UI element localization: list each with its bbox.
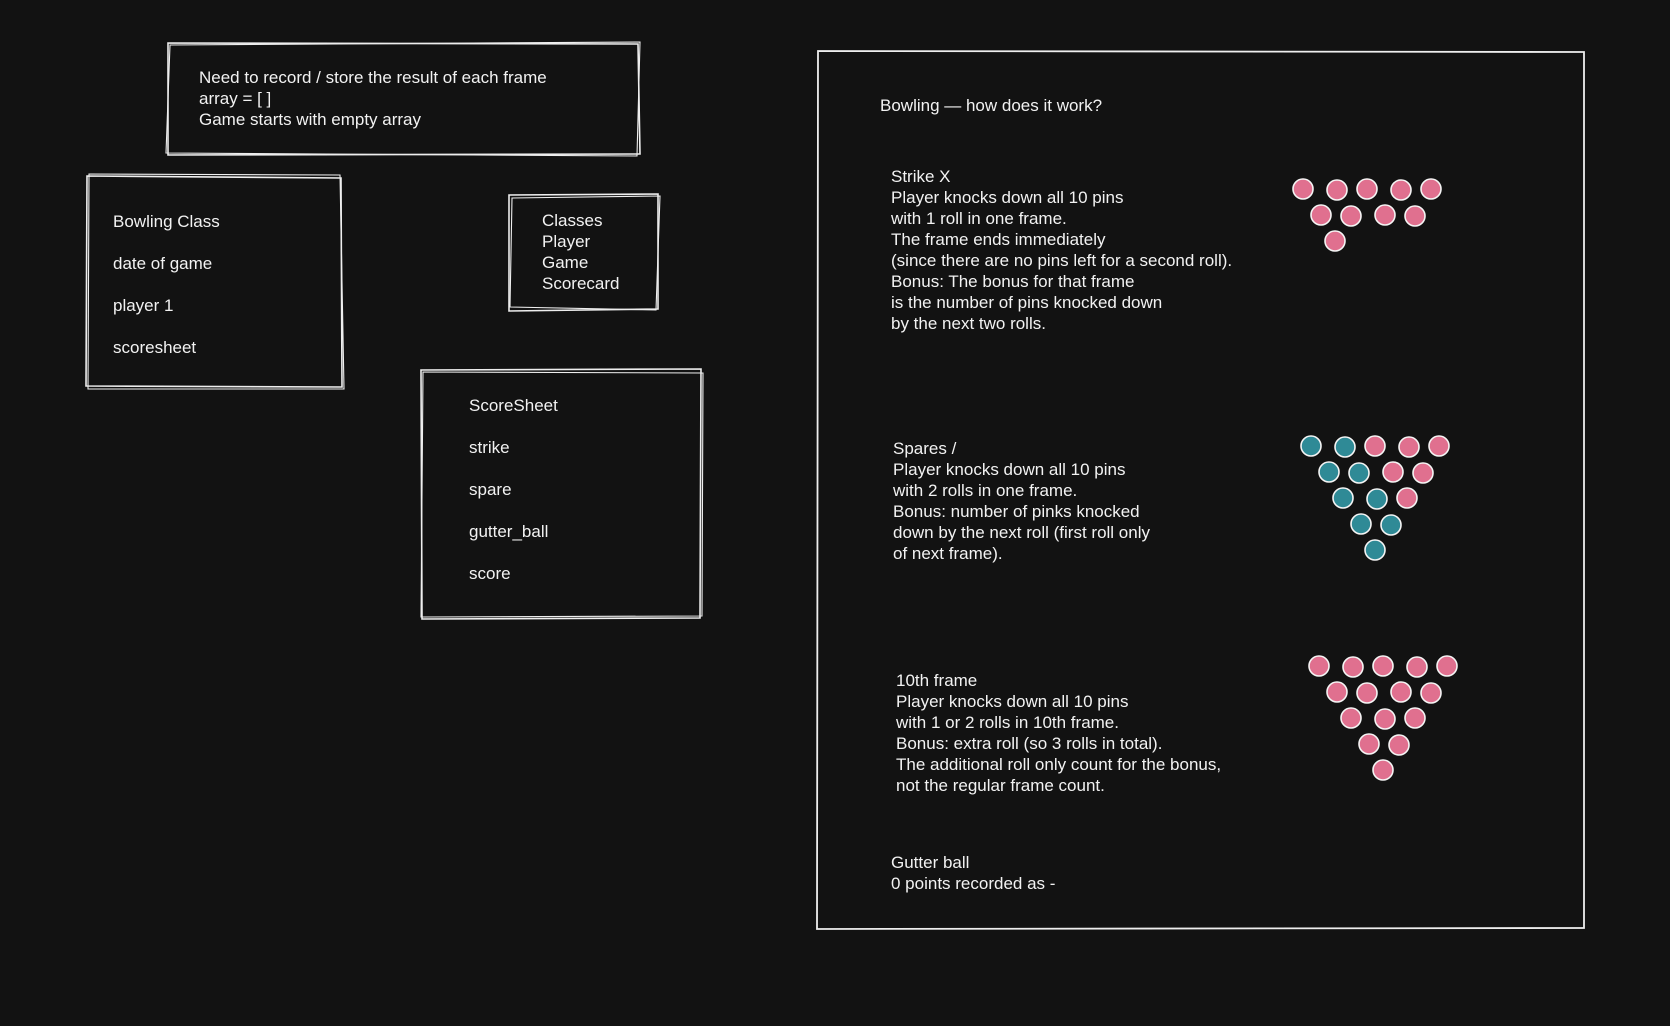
strike-line: Strike X [891,167,951,186]
scoresheet-box[interactable]: ScoreSheet strike spare gutter_ball scor… [420,368,705,621]
tenth-frame-section: 10th frame Player knocks down all 10 pin… [896,670,1221,796]
bowling-class-list: Bowling Class date of game player 1 scor… [113,211,220,379]
bowling-pin-teal [1332,487,1354,509]
bowling-pin-pink [1340,707,1362,729]
tenth-line: Player knocks down all 10 pins [896,692,1129,711]
bowling-pin-pink [1404,707,1426,729]
bowling-pin-pink [1342,656,1364,678]
bowling-pin-pink [1390,681,1412,703]
strike-line: by the next two rolls. [891,314,1046,333]
gutter-line: Gutter ball [891,853,970,872]
list-item: strike [469,438,510,457]
bowling-pin-pink [1390,179,1412,201]
bowling-pin-pink [1388,734,1410,756]
tenth-line: with 1 or 2 rolls in 10th frame. [896,713,1119,732]
list-item: ScoreSheet [469,396,558,415]
spares-pins-diagram [1300,435,1450,561]
bowling-pin-pink [1372,655,1394,677]
strike-line: Player knocks down all 10 pins [891,188,1124,207]
spares-line: Spares / [893,439,957,458]
bowling-pin-pink [1428,435,1450,457]
list-item: Game [542,253,589,272]
bowling-pin-pink [1420,682,1442,704]
gutter-section: Gutter ball 0 points recorded as - [891,852,1055,894]
spares-line: with 2 rolls in one frame. [893,481,1078,500]
tenth-frame-pins-diagram [1308,655,1458,781]
bowling-pin-pink [1412,462,1434,484]
bowling-pin-pink [1356,682,1378,704]
bowling-pin-pink [1340,205,1362,227]
strike-line: is the number of pins knocked down [891,293,1163,312]
bowling-pin-pink [1396,487,1418,509]
bowling-pin-pink [1374,204,1396,226]
bowling-class-box[interactable]: Bowling Class date of game player 1 scor… [85,173,345,391]
bowling-pin-pink [1310,204,1332,226]
spares-line: down by the next roll (first roll only [893,523,1150,542]
list-item: Classes [542,211,603,230]
spares-line: Bonus: number of pinks knocked [893,502,1140,521]
bowling-pin-pink [1324,230,1346,252]
list-item: player 1 [113,296,174,315]
list-item: Bowling Class [113,212,220,231]
rules-title: Bowling — how does it work? [880,96,1103,115]
bowling-pin-pink [1406,656,1428,678]
bowling-pin-teal [1366,488,1388,510]
bowling-pin-pink [1308,655,1330,677]
tenth-line: not the regular frame count. [896,776,1105,795]
strike-pins-diagram [1292,178,1442,252]
bowling-pin-teal [1348,462,1370,484]
list-item: scoresheet [113,338,197,357]
bowling-pin-teal [1318,461,1340,483]
classes-list: Classes Player Game Scorecard [542,210,619,294]
strike-section: Strike X Player knocks down all 10 pins … [891,166,1232,334]
strike-line: Bonus: The bonus for that frame [891,272,1135,291]
bowling-pin-teal [1364,539,1386,561]
strike-line: (since there are no pins left for a seco… [891,251,1233,270]
bowling-pin-pink [1372,759,1394,781]
list-item: gutter_ball [469,522,549,541]
spares-line: of next frame). [893,544,1003,563]
bowling-pin-pink [1326,179,1348,201]
note-line: Need to record / store the result of eac… [199,68,547,87]
gutter-line: 0 points recorded as - [891,874,1056,893]
strike-line: with 1 roll in one frame. [891,209,1067,228]
list-item: Player [542,232,591,251]
bowling-pin-pink [1292,178,1314,200]
bowling-pin-teal [1380,514,1402,536]
whiteboard-canvas[interactable]: Need to record / store the result of eac… [0,0,1670,1026]
strike-line: The frame ends immediately [891,230,1106,249]
list-item: score [469,564,511,583]
bowling-pin-pink [1356,178,1378,200]
bowling-pin-teal [1334,436,1356,458]
list-item: Scorecard [542,274,620,293]
scoresheet-list: ScoreSheet strike spare gutter_ball scor… [469,395,558,605]
bowling-pin-pink [1398,436,1420,458]
bowling-pin-pink [1326,681,1348,703]
spares-line: Player knocks down all 10 pins [893,460,1126,479]
note-line: array = [ ] [199,89,272,108]
classes-box[interactable]: Classes Player Game Scorecard [507,193,662,313]
bowling-pin-teal [1300,435,1322,457]
bowling-pin-pink [1404,205,1426,227]
tenth-line: 10th frame [896,671,978,690]
box-border [420,368,704,620]
bowling-pin-pink [1374,708,1396,730]
note-line: Game starts with empty array [199,110,422,129]
tenth-line: Bonus: extra roll (so 3 rolls in total). [896,734,1163,753]
list-item: spare [469,480,512,499]
list-item: date of game [113,254,213,273]
tenth-line: The additional roll only count for the b… [896,755,1222,774]
bowling-pin-teal [1350,513,1372,535]
frame-result-note[interactable]: Need to record / store the result of eac… [165,41,642,157]
bowling-pin-pink [1420,178,1442,200]
spares-section: Spares / Player knocks down all 10 pins … [893,438,1150,564]
bowling-pin-pink [1382,461,1404,483]
frame-result-text: Need to record / store the result of eac… [199,67,547,130]
bowling-pin-pink [1436,655,1458,677]
bowling-pin-pink [1364,435,1386,457]
bowling-pin-pink [1358,733,1380,755]
